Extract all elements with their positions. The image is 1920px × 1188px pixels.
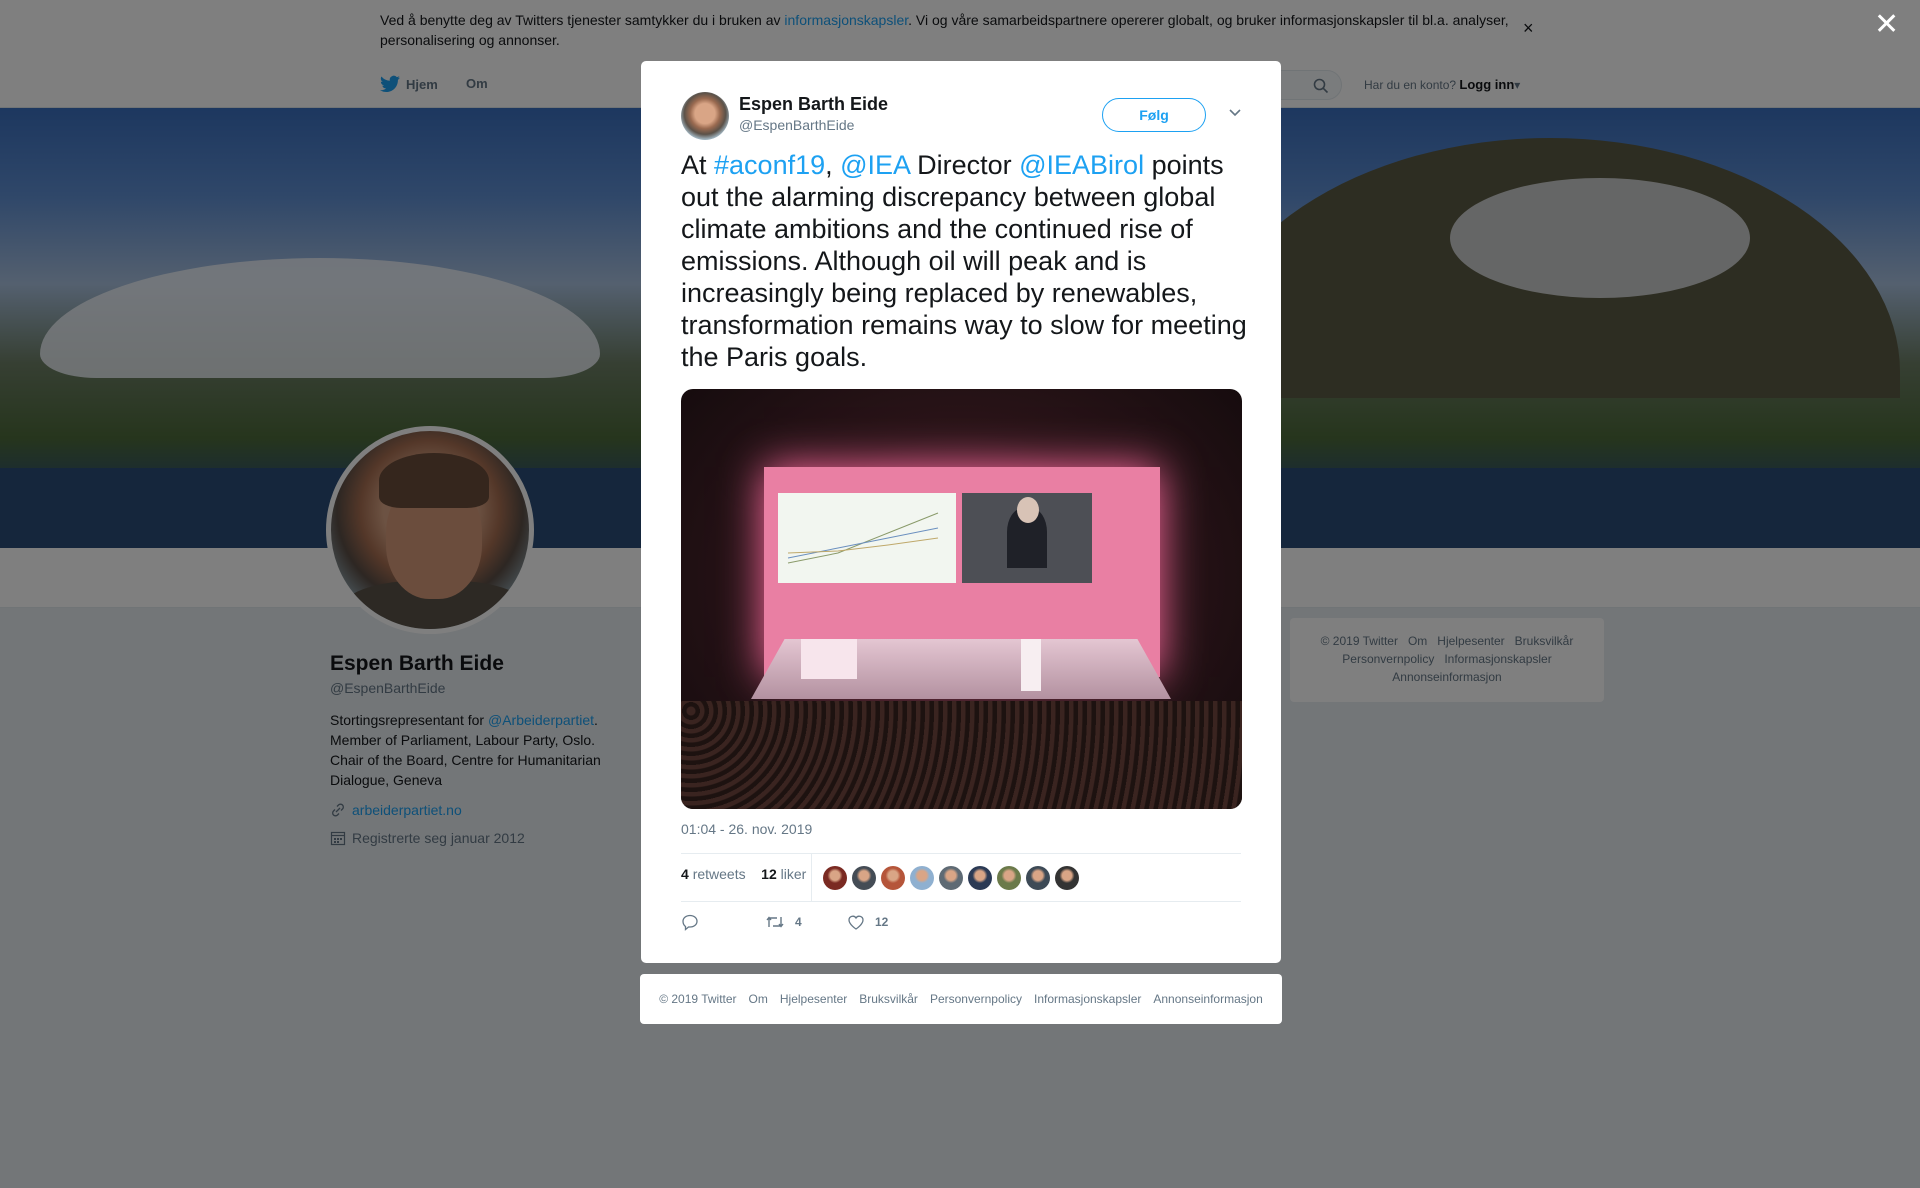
tweet-author-name[interactable]: Espen Barth Eide [739, 94, 888, 115]
tweet-author-avatar[interactable] [681, 92, 729, 140]
chevron-down-icon[interactable] [1228, 108, 1242, 118]
photo-speaker-screen [962, 493, 1092, 583]
photo-chart-lines [787, 512, 939, 564]
tweet-stats: 4 retweets 12 liker [681, 866, 806, 882]
tweet-modal: Espen Barth Eide @EspenBarthEide Følg At… [641, 61, 1281, 963]
likes-stat[interactable]: 12 liker [761, 866, 806, 882]
liker-avatar[interactable] [939, 866, 963, 890]
like-button[interactable]: 12 [847, 914, 888, 930]
like-count: 12 [875, 915, 889, 929]
photo-chart-screen [778, 493, 956, 583]
liker-avatar[interactable] [997, 866, 1021, 890]
likes-label: liker [780, 866, 807, 882]
likers-avatars [823, 866, 1079, 890]
liker-avatar[interactable] [881, 866, 905, 890]
likes-count: 12 [761, 866, 777, 882]
tweet-text: At #aconf19, @IEA Director @IEABirol poi… [681, 149, 1251, 373]
reply-icon [682, 914, 698, 931]
liker-avatar[interactable] [823, 866, 847, 890]
photo-lectern [1021, 639, 1041, 691]
liker-avatar[interactable] [852, 866, 876, 890]
footer-link[interactable]: © 2019 Twitter [659, 992, 736, 1006]
footer-link[interactable]: Hjelpesenter [780, 992, 847, 1006]
heart-icon [848, 915, 864, 930]
liker-avatar[interactable] [1055, 866, 1079, 890]
mention-link[interactable]: @IEABirol [1019, 150, 1144, 180]
liker-avatar[interactable] [910, 866, 934, 890]
hashtag-link[interactable]: #aconf19 [714, 150, 825, 180]
tweet-text-part: points out the alarming discrepancy betw… [681, 150, 1247, 372]
footer-link[interactable]: Annonseinformasjon [1153, 992, 1262, 1006]
tweet-text-part: , [825, 150, 841, 180]
retweets-count: 4 [681, 866, 689, 882]
retweet-button[interactable]: 4 [765, 914, 847, 930]
tweet-timestamp[interactable]: 01:04 - 26. nov. 2019 [681, 821, 812, 837]
close-icon[interactable]: ✕ [1874, 10, 1899, 40]
mention-link[interactable]: @IEA [840, 150, 909, 180]
divider [681, 901, 1241, 902]
divider [681, 853, 1241, 854]
liker-avatar[interactable] [1026, 866, 1050, 890]
photo-audience [681, 701, 1242, 809]
tweet-text-part: Director [909, 150, 1020, 180]
follow-button[interactable]: Følg [1102, 98, 1206, 132]
reply-button[interactable] [681, 913, 765, 931]
footer-link[interactable]: Informasjonskapsler [1034, 992, 1141, 1006]
retweet-count: 4 [795, 915, 802, 929]
retweet-icon [766, 916, 784, 928]
photo-podium [801, 639, 857, 679]
photo-speaker-head [1017, 497, 1039, 523]
liker-avatar[interactable] [968, 866, 992, 890]
retweets-stat[interactable]: 4 retweets [681, 866, 746, 882]
footer-link[interactable]: Bruksvilkår [859, 992, 918, 1006]
tweet-actions: 4 12 [681, 913, 888, 931]
tweet-text-part: At [681, 150, 715, 180]
modal-footer: © 2019 Twitter Om Hjelpesenter Bruksvilk… [640, 974, 1282, 1024]
tweet-author-handle[interactable]: @EspenBarthEide [739, 117, 854, 133]
divider [811, 854, 812, 901]
footer-link[interactable]: Om [749, 992, 768, 1006]
footer-link[interactable]: Personvernpolicy [930, 992, 1022, 1006]
retweets-label: retweets [692, 866, 746, 882]
tweet-photo[interactable] [681, 389, 1242, 809]
